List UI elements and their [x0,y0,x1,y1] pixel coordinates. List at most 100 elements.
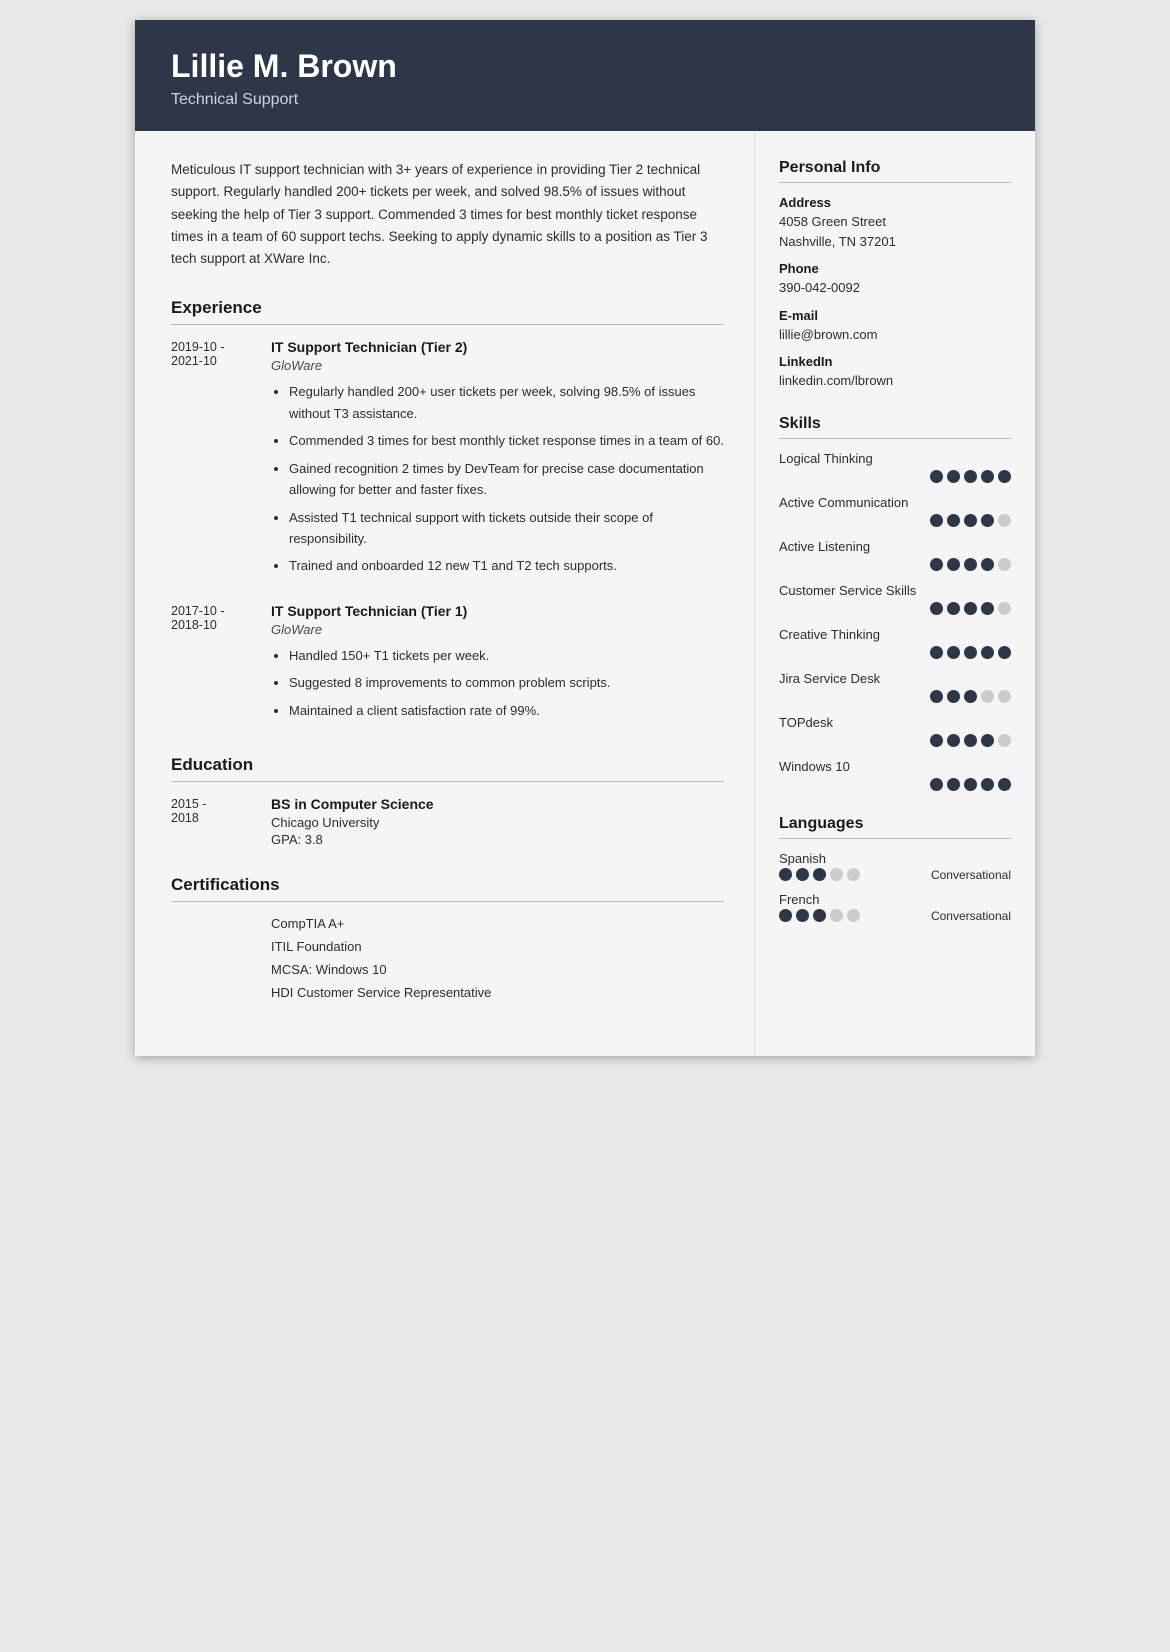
skill-name: Windows 10 [779,759,1011,774]
lang-name: Spanish [779,851,1011,866]
skill-dots [779,602,1011,615]
dot-filled [930,690,943,703]
dot-filled [964,734,977,747]
dot-filled [964,646,977,659]
dot-filled [779,868,792,881]
dot-filled [947,778,960,791]
cert-item-2: ITIL Foundation [171,939,724,954]
linkedin-value: linkedin.com/lbrown [779,371,1011,391]
bullet: Trained and onboarded 12 new T1 and T2 t… [289,555,724,576]
dot-empty [998,602,1011,615]
experience-item-2: 2017-10 - 2018-10 IT Support Technician … [171,603,724,727]
dot-filled [981,470,994,483]
dot-filled [947,558,960,571]
cert-name-2: ITIL Foundation [271,939,362,954]
skill-dots [779,778,1011,791]
exp-dates-1: 2019-10 - 2021-10 [171,339,271,583]
dot-filled [947,690,960,703]
exp-job-title-2: IT Support Technician (Tier 1) [271,603,724,619]
lang-level: Conversational [931,909,1011,923]
skill-dots [779,690,1011,703]
edu-degree-1: BS in Computer Science [271,796,724,812]
dot-filled [998,778,1011,791]
bullet: Handled 150+ T1 tickets per week. [289,645,724,666]
dot-filled [998,646,1011,659]
dot-filled [964,778,977,791]
dot-filled [930,734,943,747]
dot-empty [847,909,860,922]
exp-job-title-1: IT Support Technician (Tier 2) [271,339,724,355]
dot-empty [998,690,1011,703]
exp-bullets-2: Handled 150+ T1 tickets per week. Sugges… [271,645,724,721]
lang-dots [779,909,860,922]
dot-filled [947,734,960,747]
dot-filled [813,909,826,922]
exp-dates-2: 2017-10 - 2018-10 [171,603,271,727]
email-label: E-mail [779,308,1011,323]
lang-spanish: Spanish Conversational [779,851,1011,882]
dot-empty [981,690,994,703]
skill-name: TOPdesk [779,715,1011,730]
cert-item-3: MCSA: Windows 10 [171,962,724,977]
lang-level: Conversational [931,868,1011,882]
applicant-title: Technical Support [171,91,999,109]
lang-name: French [779,892,1011,907]
languages-title: Languages [779,815,1011,839]
dot-filled [998,470,1011,483]
sidebar: Personal Info Address 4058 Green Street … [755,131,1035,1056]
skills-section: Skills Logical Thinking Active Communica… [779,415,1011,791]
exp-content-2: IT Support Technician (Tier 1) GloWare H… [271,603,724,727]
skill-name: Creative Thinking [779,627,1011,642]
dot-filled [930,470,943,483]
cert-name-3: MCSA: Windows 10 [271,962,387,977]
bullet: Maintained a client satisfaction rate of… [289,700,724,721]
dot-filled [930,646,943,659]
dot-filled [964,602,977,615]
summary-text: Meticulous IT support technician with 3+… [171,159,724,270]
cert-item-1: CompTIA A+ [171,916,724,931]
cert-name-4: HDI Customer Service Representative [271,985,491,1000]
lang-dots [779,868,860,881]
dot-filled [796,909,809,922]
lang-bottom: Conversational [779,868,1011,882]
skill-topdesk: TOPdesk [779,715,1011,747]
dot-filled [930,602,943,615]
dot-filled [964,470,977,483]
phone-label: Phone [779,261,1011,276]
dot-filled [796,868,809,881]
bullet: Suggested 8 improvements to common probl… [289,672,724,693]
dot-empty [998,734,1011,747]
dot-filled [930,778,943,791]
skill-name: Jira Service Desk [779,671,1011,686]
edu-item-1: 2015 - 2018 BS in Computer Science Chica… [171,796,724,847]
skill-creative-thinking: Creative Thinking [779,627,1011,659]
languages-section: Languages Spanish Conversational [779,815,1011,923]
experience-section: Experience 2019-10 - 2021-10 IT Support … [171,298,724,727]
certifications-title: Certifications [171,875,724,902]
skill-dots [779,734,1011,747]
dot-filled [981,734,994,747]
exp-bullets-1: Regularly handled 200+ user tickets per … [271,381,724,577]
edu-dates-1: 2015 - 2018 [171,796,271,847]
dot-filled [964,558,977,571]
skill-name: Customer Service Skills [779,583,1011,598]
experience-title: Experience [171,298,724,325]
email-value: lillie@brown.com [779,325,1011,345]
dot-filled [813,868,826,881]
personal-info-section: Personal Info Address 4058 Green Street … [779,159,1011,391]
edu-gpa-1: GPA: 3.8 [271,832,724,847]
certifications-section: Certifications CompTIA A+ ITIL Foundatio… [171,875,724,1000]
dot-filled [981,602,994,615]
resume-page: Lillie M. Brown Technical Support Meticu… [135,20,1035,1056]
cert-name-1: CompTIA A+ [271,916,344,931]
dot-empty [847,868,860,881]
skill-active-listening: Active Listening [779,539,1011,571]
exp-company-1: GloWare [271,358,724,373]
skill-dots [779,646,1011,659]
linkedin-label: LinkedIn [779,354,1011,369]
dot-filled [779,909,792,922]
skill-dots [779,514,1011,527]
dot-filled [947,646,960,659]
skill-customer-service: Customer Service Skills [779,583,1011,615]
dot-filled [947,602,960,615]
